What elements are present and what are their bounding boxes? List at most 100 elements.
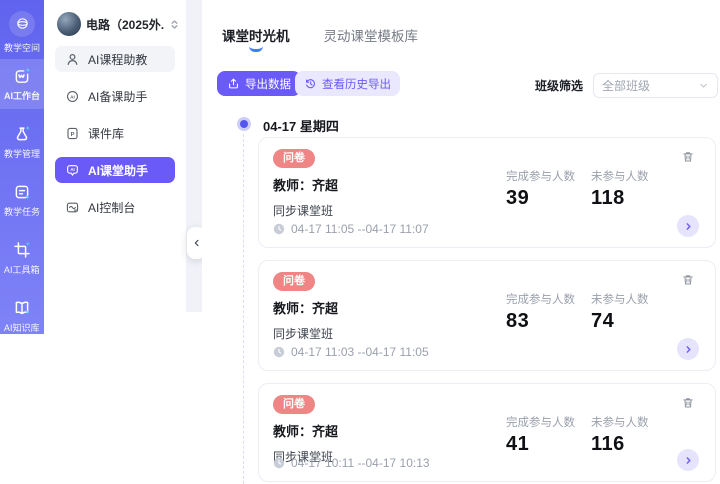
- session-card: 问卷 教师：齐超 完成参与人数 41 未参与人数 116: [258, 383, 716, 482]
- timeline-line: [243, 134, 244, 484]
- time-range-row: 04-17 10:11 --04-17 10:13: [273, 456, 430, 470]
- export-button-label: 导出数据: [245, 76, 291, 92]
- open-detail-button[interactable]: [677, 338, 699, 360]
- time-range-row: 04-17 11:03 --04-17 11:05: [273, 345, 429, 359]
- stat-value: 83: [506, 310, 575, 333]
- stat-completed: 完成参与人数 41: [506, 414, 575, 456]
- rail-item-ai-workbench[interactable]: AI工作台: [0, 59, 44, 109]
- rail-item-teaching-tasks[interactable]: 教学任务: [0, 175, 44, 225]
- delete-button[interactable]: [681, 150, 695, 164]
- session-card-list: 问卷 教师：齐超 完成参与人数 39 未参与人数 118: [258, 137, 716, 482]
- stat-not-participated: 未参与人数 116: [591, 414, 649, 456]
- trash-icon: [681, 396, 695, 410]
- export-data-button[interactable]: 导出数据: [217, 71, 301, 96]
- tab-bar: 课堂时光机 灵动课堂模板库: [222, 25, 418, 52]
- open-detail-button[interactable]: [677, 215, 699, 237]
- sidebar-item-ai-console[interactable]: AI AI控制台: [55, 194, 175, 220]
- svg-text:AI: AI: [70, 94, 75, 99]
- tab-label: 灵动课堂模板库: [324, 29, 419, 44]
- teacher-name: 教师：齐超: [273, 421, 338, 440]
- stat-completed: 完成参与人数 83: [506, 291, 575, 333]
- rail-item-label: 教学空间: [4, 40, 40, 53]
- clock-icon: [273, 346, 285, 358]
- history-icon: [304, 77, 317, 90]
- stat-label: 完成参与人数: [506, 291, 575, 307]
- filter-label: 班级筛选: [535, 77, 583, 94]
- view-export-history-button[interactable]: 查看历史导出: [295, 71, 400, 96]
- rail-item-ai-knowledge[interactable]: AI知识库: [0, 291, 44, 341]
- teacher-name: 教师：齐超: [273, 298, 338, 317]
- sidebar-gutter: [186, 0, 202, 312]
- class-name: 同步课堂班: [273, 325, 333, 342]
- teacher-name: 教师：齐超: [273, 175, 338, 194]
- up-down-chevron-icon[interactable]: [169, 19, 180, 30]
- main-content: 课堂时光机 灵动课堂模板库 导出数据 查看历史导出 班级筛选 全部班级: [202, 0, 720, 484]
- stat-label: 未参与人数: [591, 291, 649, 307]
- planet-icon: [9, 11, 35, 37]
- session-card: 问卷 教师：齐超 完成参与人数 83 未参与人数 74: [258, 260, 716, 371]
- flask-icon: [13, 125, 31, 143]
- rail-item-teaching-management[interactable]: 教学管理: [0, 117, 44, 167]
- tab-classroom-time-machine[interactable]: 课堂时光机: [222, 25, 290, 52]
- tab-template-library[interactable]: 灵动课堂模板库: [324, 25, 419, 52]
- class-filter: 班级筛选 全部班级: [535, 73, 718, 98]
- ai-console-icon: AI: [65, 200, 80, 215]
- rail-item-ai-toolbox[interactable]: AI工具箱: [0, 233, 44, 283]
- stat-value: 118: [591, 187, 649, 210]
- crop-toolbox-icon: [13, 241, 31, 259]
- workspace-switcher[interactable]: 电路（2025外...: [44, 0, 186, 36]
- delete-button[interactable]: [681, 396, 695, 410]
- stat-value: 74: [591, 310, 649, 333]
- sidebar-item-ai-prep-assistant[interactable]: AI AI备课助手: [55, 83, 175, 109]
- workspace-title: 电路（2025外...: [86, 16, 164, 33]
- rail-item-label: 教学任务: [4, 204, 40, 217]
- class-name: 同步课堂班: [273, 202, 333, 219]
- time-range-row: 04-17 11:05 --04-17 11:07: [273, 222, 429, 236]
- chevron-right-icon: [683, 344, 694, 355]
- task-board-icon: [13, 183, 31, 201]
- open-detail-button[interactable]: [677, 449, 699, 471]
- export-icon: [227, 77, 240, 90]
- rail-item-teaching-space[interactable]: 教学空间: [0, 7, 44, 57]
- sidebar-item-ai-course-assistant[interactable]: AI课程助教: [55, 46, 175, 72]
- time-range: 04-17 11:03 --04-17 11:05: [291, 345, 429, 359]
- ai-circle-icon: AI: [65, 89, 80, 104]
- sidebar-item-ai-classroom-assistant[interactable]: AI AI课堂助手: [55, 157, 175, 183]
- session-card: 问卷 教师：齐超 完成参与人数 39 未参与人数 118: [258, 137, 716, 248]
- stat-value: 39: [506, 187, 575, 210]
- delete-button[interactable]: [681, 273, 695, 287]
- timeline-dot: [237, 117, 251, 131]
- app-rail: 教学空间 AI工作台 教学管理 教学任务: [0, 0, 44, 334]
- rail-item-label: AI工具箱: [4, 262, 40, 275]
- rail-item-label: AI知识库: [4, 320, 40, 333]
- timeline-date: 04-17 星期四: [263, 116, 339, 135]
- sidebar-menu: AI课程助教 AI AI备课助手 P 课件库: [55, 46, 175, 231]
- svg-text:AI: AI: [70, 167, 74, 172]
- class-filter-select[interactable]: 全部班级: [593, 73, 718, 98]
- history-button-label: 查看历史导出: [322, 76, 391, 92]
- ai-workbench-icon: [13, 67, 31, 85]
- courseware-icon: P: [65, 126, 80, 141]
- sidebar-item-courseware-library[interactable]: P 课件库: [55, 120, 175, 146]
- stat-label: 未参与人数: [591, 414, 649, 430]
- rail-item-label: AI工作台: [4, 88, 40, 101]
- stat-not-participated: 未参与人数 74: [591, 291, 649, 333]
- ai-chat-icon: AI: [65, 163, 80, 178]
- course-sidebar: 电路（2025外... AI课程助教 AI AI备课助手: [44, 0, 186, 334]
- questionnaire-badge: 问卷: [273, 395, 315, 414]
- time-range: 04-17 10:11 --04-17 10:13: [291, 456, 430, 470]
- chevron-right-icon: [683, 221, 694, 232]
- svg-text:P: P: [71, 131, 75, 137]
- active-tab-indicator: [249, 46, 263, 52]
- sidebar-item-label: AI备课助手: [88, 88, 147, 105]
- chevron-right-icon: [683, 455, 694, 466]
- clock-icon: [273, 223, 285, 235]
- trash-icon: [681, 273, 695, 287]
- sidebar-item-label: AI课程助教: [88, 51, 147, 68]
- time-range: 04-17 11:05 --04-17 11:07: [291, 222, 429, 236]
- stat-completed: 完成参与人数 39: [506, 168, 575, 210]
- person-icon: [65, 52, 80, 67]
- stat-value: 116: [591, 433, 649, 456]
- sidebar-item-label: 课件库: [88, 125, 124, 142]
- sidebar-item-label: AI课堂助手: [88, 162, 148, 179]
